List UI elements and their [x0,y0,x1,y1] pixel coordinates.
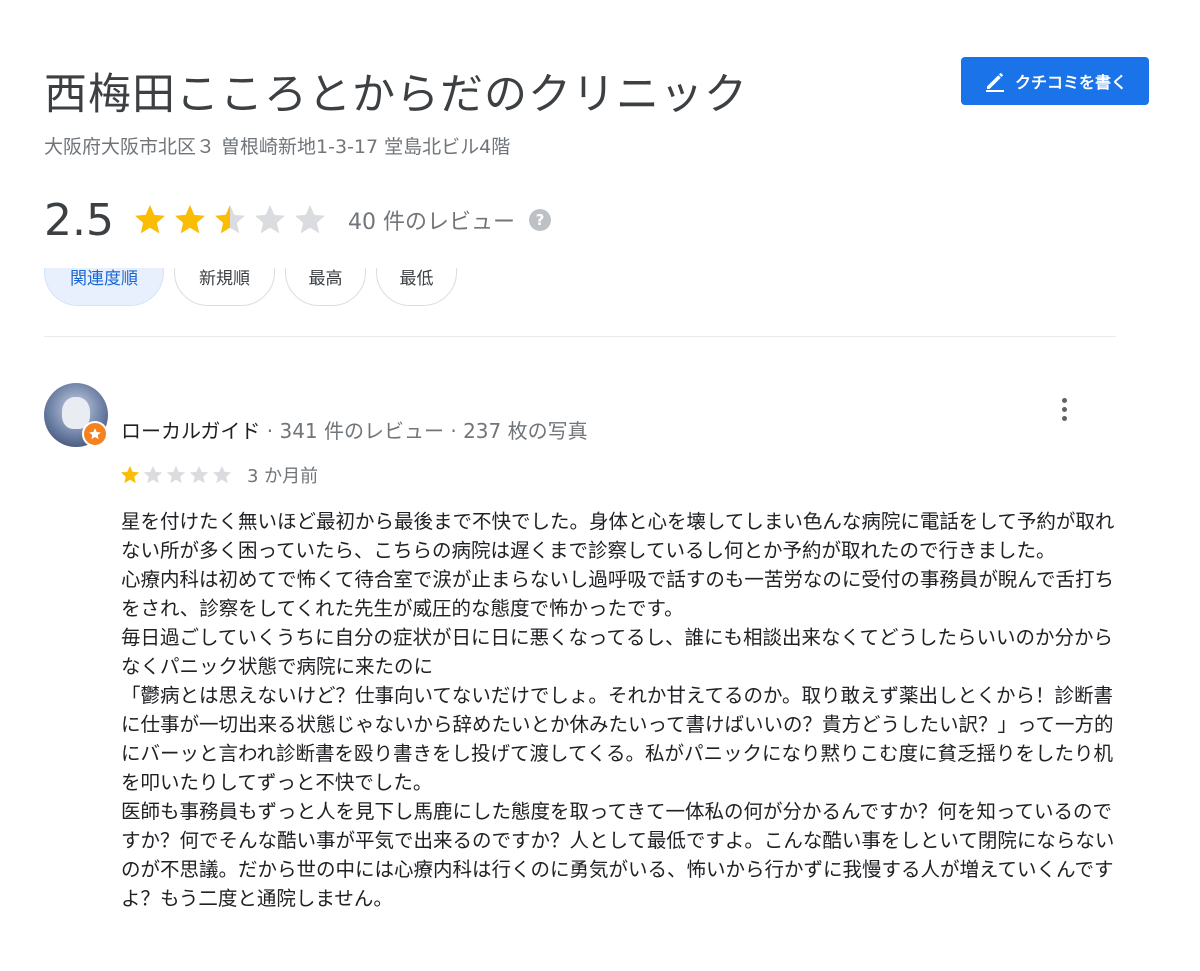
review-rating: 3 か月前 [119,462,318,488]
reviewer-name[interactable]: ローカルガイド [121,419,260,443]
review-star-icon [166,465,186,484]
average-rating: 2.5 [44,194,114,246]
review-stars [119,464,233,486]
average-rating-stars [132,202,328,238]
review-star-icon [120,465,140,484]
sort-chip-highest[interactable]: 最高 [285,268,366,306]
write-review-label: クチコミを書く [1014,73,1127,92]
average-star-icon [294,205,325,234]
reviewer-meta: · 341 件のレビュー · 237 枚の写真 [260,419,588,443]
place-title: 西梅田こころとからだのクリニック [44,70,748,120]
average-star-icon [254,205,285,234]
average-star-icon [214,205,245,234]
sort-chip-newest[interactable]: 新規順 [174,268,275,306]
review-count[interactable]: 40 件のレビュー [348,204,515,236]
sort-chip-lowest[interactable]: 最低 [376,268,457,306]
place-address: 大阪府大阪市北区３ 曽根崎新地1-3-17 堂島北ビル4階 [44,136,511,158]
review-star-icon [189,465,209,484]
average-star-icon [134,205,165,234]
review-star-icon [143,465,163,484]
sort-chip-relevance[interactable]: 関連度順 [44,268,164,306]
rating-summary: 2.5 40 件のレビュー ? [44,192,551,248]
sort-chips: 関連度順 新規順 最高 最低 [0,268,1200,310]
average-star-icon [174,205,205,234]
write-review-button[interactable]: クチコミを書く [961,57,1149,105]
reviewer-line: ローカルガイド · 341 件のレビュー · 237 枚の写真 [121,415,588,444]
review-time: 3 か月前 [247,466,319,487]
local-guide-badge-icon [82,421,108,447]
divider [44,336,1116,337]
review-star-icon [212,465,232,484]
help-icon[interactable]: ? [528,209,551,231]
pencil-icon [985,73,1004,92]
review-text: 星を付けたく無いほど最初から最後まで不快でした。身体と心を壊してしまい色んな病院… [121,510,1115,910]
avatar[interactable] [44,383,108,447]
more-options-icon[interactable] [1052,394,1076,424]
